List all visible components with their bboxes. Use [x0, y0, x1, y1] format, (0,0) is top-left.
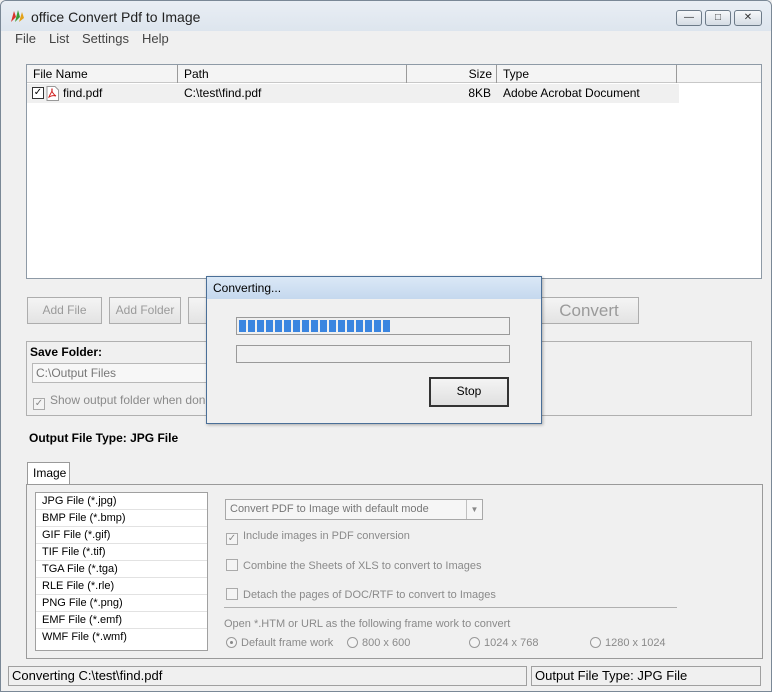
show-output-folder-label: Show output folder when done	[50, 393, 213, 407]
conversion-mode-select[interactable]: Convert PDF to Image with default mode ▼	[225, 499, 483, 520]
frame-default-option[interactable]: Default frame work	[226, 637, 333, 649]
menu-file[interactable]: File	[15, 31, 36, 46]
progress-block	[374, 320, 381, 332]
menu-list[interactable]: List	[49, 31, 69, 46]
show-output-folder-checkbox[interactable]: ✓	[33, 398, 45, 410]
file-path: C:\test\find.pdf	[184, 86, 262, 100]
frame-1280-label: 1280 x 1024	[605, 637, 666, 649]
progress-block	[302, 320, 309, 332]
app-logo-icon	[11, 10, 24, 22]
frame-1280-radio[interactable]	[590, 637, 601, 648]
frame-1024-radio[interactable]	[469, 637, 480, 648]
progress-bar	[236, 317, 510, 335]
column-size[interactable]: Size	[407, 65, 497, 83]
frame-1280-option[interactable]: 1280 x 1024	[590, 637, 666, 649]
menu-bar: File List Settings Help	[1, 31, 771, 49]
format-list[interactable]: JPG File (*.jpg) BMP File (*.bmp) GIF Fi…	[35, 492, 208, 651]
progress-block	[356, 320, 363, 332]
frame-800-option[interactable]: 800 x 600	[347, 637, 410, 649]
options-divider	[224, 607, 677, 608]
file-type: Adobe Acrobat Document	[503, 86, 640, 100]
progress-block	[248, 320, 255, 332]
frame-1024-option[interactable]: 1024 x 768	[469, 637, 538, 649]
progress-block	[347, 320, 354, 332]
image-tab-panel: JPG File (*.jpg) BMP File (*.bmp) GIF Fi…	[26, 484, 763, 659]
frame-1024-label: 1024 x 768	[484, 637, 539, 649]
add-folder-button[interactable]: Add Folder	[109, 297, 181, 324]
secondary-progress-bar	[236, 345, 510, 363]
detach-pages-option[interactable]: Detach the pages of DOC/RTF to convert t…	[226, 588, 496, 601]
save-folder-label: Save Folder:	[30, 345, 103, 359]
stop-button[interactable]: Stop	[429, 377, 509, 407]
format-item-png[interactable]: PNG File (*.png)	[36, 595, 207, 612]
progress-block	[338, 320, 345, 332]
file-row[interactable]: ✓ find.pdf C:\test\find.pdf 8KB Adobe Ac…	[27, 84, 679, 103]
progress-block	[275, 320, 282, 332]
status-output-type: Output File Type: JPG File	[531, 666, 761, 686]
frame-800-label: 800 x 600	[362, 637, 411, 649]
include-images-label: Include images in PDF conversion	[243, 530, 410, 542]
column-type[interactable]: Type	[497, 65, 677, 83]
detach-pages-checkbox[interactable]	[226, 588, 238, 600]
progress-block	[266, 320, 273, 332]
close-button[interactable]: ✕	[734, 10, 762, 26]
file-checkbox[interactable]: ✓	[32, 87, 44, 99]
column-file-name[interactable]: File Name	[27, 65, 178, 83]
combine-sheets-label: Combine the Sheets of XLS to convert to …	[243, 560, 482, 572]
converting-dialog: Converting... Stop	[206, 276, 542, 424]
format-item-bmp[interactable]: BMP File (*.bmp)	[36, 510, 207, 527]
format-item-rle[interactable]: RLE File (*.rle)	[36, 578, 207, 595]
save-folder-input[interactable]: C:\Output Files	[32, 363, 222, 383]
file-size: 8KB	[468, 86, 491, 100]
include-images-option[interactable]: ✓ Include images in PDF conversion	[226, 530, 410, 545]
frame-work-label: Open *.HTM or URL as the following frame…	[224, 618, 511, 630]
conversion-mode-value: Convert PDF to Image with default mode	[230, 503, 429, 515]
include-images-checkbox[interactable]: ✓	[226, 533, 238, 545]
output-file-type-label: Output File Type: JPG File	[29, 431, 179, 445]
frame-default-label: Default frame work	[241, 637, 334, 649]
frame-default-radio[interactable]	[226, 637, 237, 648]
status-bar: Converting C:\test\find.pdf Output File …	[1, 663, 771, 691]
title-bar[interactable]: office Convert Pdf to Image — □ ✕	[1, 1, 771, 31]
file-name: find.pdf	[63, 86, 103, 100]
progress-block	[329, 320, 336, 332]
progress-block	[365, 320, 372, 332]
detach-pages-label: Detach the pages of DOC/RTF to convert t…	[243, 589, 496, 601]
convert-button[interactable]: Convert	[539, 297, 639, 324]
progress-block	[257, 320, 264, 332]
dialog-title[interactable]: Converting...	[207, 277, 541, 299]
menu-help[interactable]: Help	[142, 31, 169, 46]
progress-bar-fill	[239, 320, 390, 332]
menu-settings[interactable]: Settings	[82, 31, 129, 46]
format-item-jpg[interactable]: JPG File (*.jpg)	[36, 493, 207, 510]
format-item-tga[interactable]: TGA File (*.tga)	[36, 561, 207, 578]
status-converting: Converting C:\test\find.pdf	[8, 666, 527, 686]
tab-image[interactable]: Image	[27, 462, 70, 484]
progress-block	[239, 320, 246, 332]
file-list[interactable]: File Name Path Size Type ✓ find.pdf C:\t…	[26, 64, 762, 279]
show-output-folder-option[interactable]: ✓ Show output folder when done	[33, 393, 212, 410]
progress-block	[293, 320, 300, 332]
column-path[interactable]: Path	[178, 65, 407, 83]
progress-block	[320, 320, 327, 332]
frame-800-radio[interactable]	[347, 637, 358, 648]
add-file-button[interactable]: Add File	[27, 297, 102, 324]
pdf-file-icon	[46, 86, 59, 101]
window-title: office Convert Pdf to Image	[31, 9, 201, 25]
format-item-gif[interactable]: GIF File (*.gif)	[36, 527, 207, 544]
file-list-header: File Name Path Size Type	[27, 65, 761, 83]
progress-block	[284, 320, 291, 332]
maximize-button[interactable]: □	[705, 10, 731, 26]
combine-sheets-option[interactable]: Combine the Sheets of XLS to convert to …	[226, 559, 481, 572]
progress-block	[383, 320, 390, 332]
format-item-wmf[interactable]: WMF File (*.wmf)	[36, 629, 207, 646]
format-item-emf[interactable]: EMF File (*.emf)	[36, 612, 207, 629]
progress-block	[311, 320, 318, 332]
format-item-tif[interactable]: TIF File (*.tif)	[36, 544, 207, 561]
minimize-button[interactable]: —	[676, 10, 702, 26]
chevron-down-icon[interactable]: ▼	[466, 500, 482, 519]
combine-sheets-checkbox[interactable]	[226, 559, 238, 571]
main-window: office Convert Pdf to Image — □ ✕ File L…	[0, 0, 772, 692]
